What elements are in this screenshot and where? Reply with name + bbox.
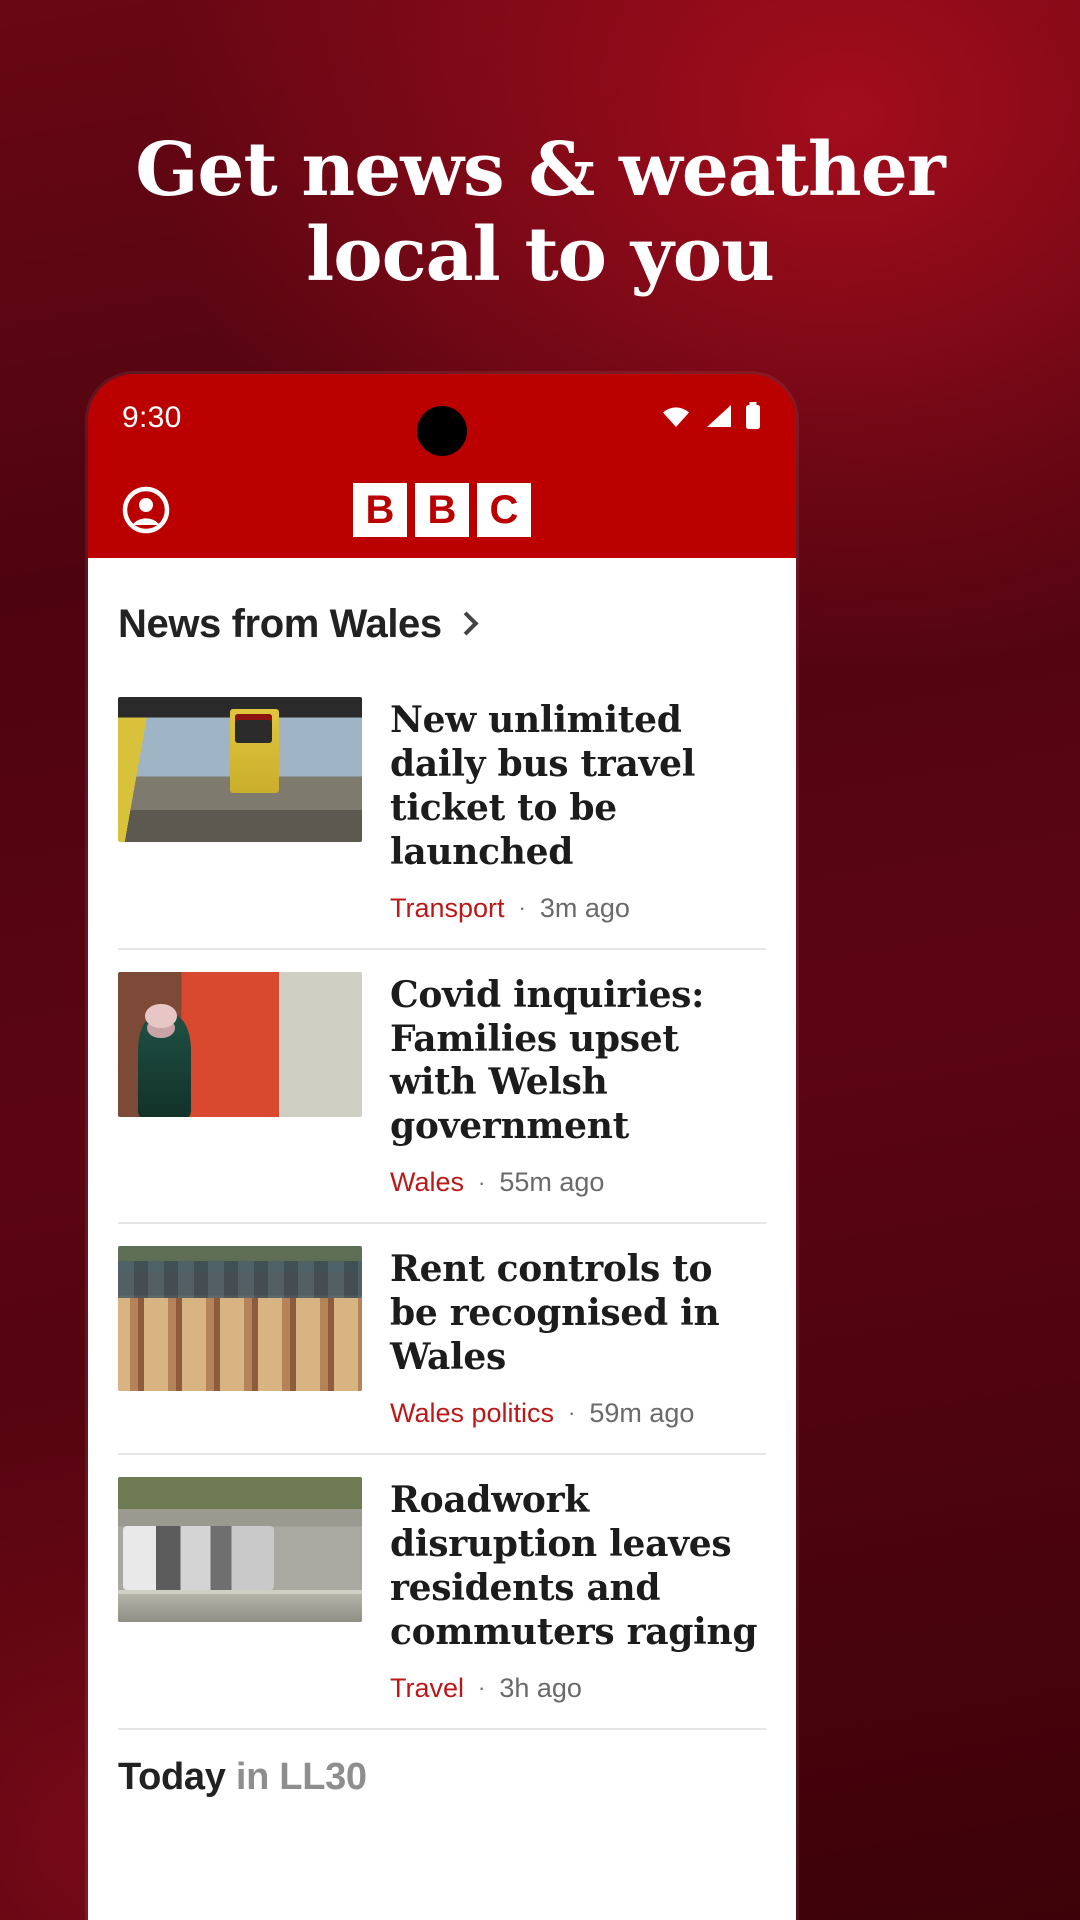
status-bar: 9:30 xyxy=(88,374,796,462)
today-location-label: in LL30 xyxy=(225,1755,367,1798)
bbc-logo-block-1: B xyxy=(353,483,407,537)
status-bar-icons xyxy=(660,401,762,435)
today-section-header[interactable]: Today in LL30 xyxy=(118,1730,766,1799)
section-header-news-from-wales[interactable]: News from Wales xyxy=(118,558,766,675)
article-thumbnail xyxy=(118,971,362,1117)
article-thumbnail xyxy=(118,1476,362,1622)
article-row[interactable]: New unlimited daily bus travel ticket to… xyxy=(118,675,766,950)
promo-headline: Get news & weather local to you xyxy=(0,127,1080,299)
article-meta: Wales politics · 59m ago xyxy=(390,1398,766,1429)
promo-headline-line-1: Get news & weather xyxy=(135,127,946,213)
article-timestamp: 55m ago xyxy=(499,1167,605,1198)
article-timestamp: 3m ago xyxy=(539,892,630,923)
meta-separator: · xyxy=(478,1169,486,1195)
article-headline: Roadwork disruption leaves residents and… xyxy=(390,1478,758,1653)
article-row[interactable]: Rent controls to be recognised in Wales … xyxy=(118,1224,766,1455)
article-timestamp: 59m ago xyxy=(589,1397,695,1428)
meta-separator: · xyxy=(478,1675,486,1701)
article-text: New unlimited daily bus travel ticket to… xyxy=(390,697,766,924)
article-thumbnail xyxy=(118,1246,362,1392)
meta-separator: · xyxy=(518,895,526,921)
article-headline: Rent controls to be recognised in Wales xyxy=(390,1248,720,1379)
article-category[interactable]: Travel xyxy=(390,1673,464,1704)
promo-headline-line-2: local to you xyxy=(306,212,775,299)
article-text: Covid inquiries: Families upset with Wel… xyxy=(390,972,766,1199)
account-circle-icon[interactable] xyxy=(118,482,174,538)
article-text: Roadwork disruption leaves residents and… xyxy=(390,1477,766,1704)
chevron-right-icon xyxy=(454,611,479,636)
status-bar-clock: 9:30 xyxy=(122,401,182,434)
article-thumbnail xyxy=(118,697,362,842)
article-category[interactable]: Transport xyxy=(390,893,505,924)
bbc-logo[interactable]: B B C xyxy=(353,483,531,537)
wifi-icon xyxy=(660,403,692,434)
article-text: Rent controls to be recognised in Wales … xyxy=(390,1246,766,1429)
article-headline: Covid inquiries: Families upset with Wel… xyxy=(390,973,705,1148)
page-title: News from Wales xyxy=(118,602,442,646)
phone-mockup: 9:30 B B C News from Wales New unlimited… xyxy=(88,374,796,1920)
article-meta: Travel · 3h ago xyxy=(390,1673,766,1704)
today-label: Today xyxy=(118,1755,226,1798)
article-row[interactable]: Covid inquiries: Families upset with Wel… xyxy=(118,950,766,1225)
article-meta: Wales · 55m ago xyxy=(390,1167,766,1198)
signal-icon xyxy=(703,403,733,434)
article-category[interactable]: Wales politics xyxy=(390,1398,554,1429)
news-feed: News from Wales New unlimited daily bus … xyxy=(88,558,796,1920)
app-header-bar: B B C xyxy=(88,462,796,558)
meta-separator: · xyxy=(568,1400,576,1426)
article-timestamp: 3h ago xyxy=(499,1672,582,1703)
bbc-logo-block-2: B xyxy=(415,483,469,537)
battery-icon xyxy=(744,401,762,435)
article-category[interactable]: Wales xyxy=(390,1167,464,1198)
article-headline: New unlimited daily bus travel ticket to… xyxy=(390,699,696,873)
bbc-logo-block-3: C xyxy=(477,483,531,537)
article-row[interactable]: Roadwork disruption leaves residents and… xyxy=(118,1455,766,1730)
camera-punch-hole xyxy=(417,406,467,456)
article-meta: Transport · 3m ago xyxy=(390,893,766,924)
